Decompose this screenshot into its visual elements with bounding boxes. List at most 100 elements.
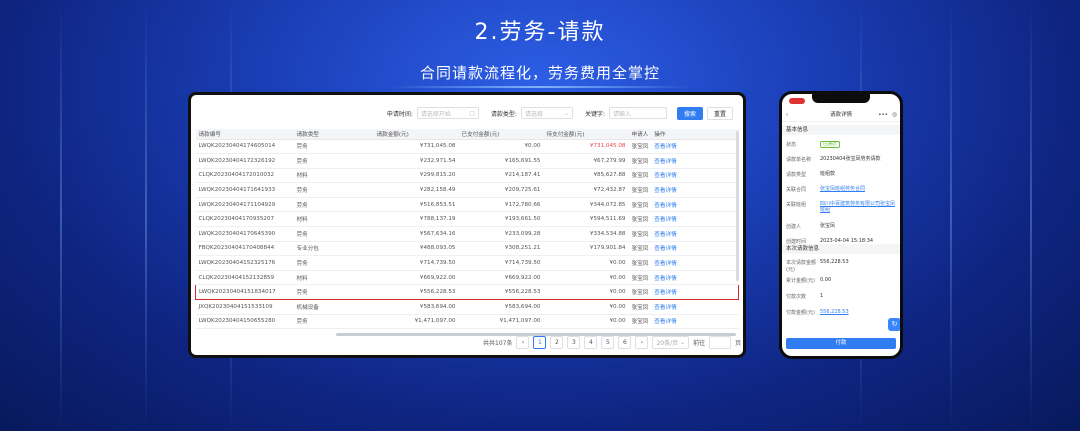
page-button[interactable]: 3 <box>567 336 581 349</box>
table-row: LWQK20230404171104929 劳务 ¥516,853.51 ¥172,7… <box>195 197 739 213</box>
cell-type: 材料 <box>293 211 374 228</box>
table-row: LWQK20230404151834017 劳务 ¥556,228.53 ¥556,2… <box>195 284 740 301</box>
cell-paid: ¥209,725.61 <box>458 182 544 198</box>
cell-id: CLQK20230404170935207 <box>195 211 294 228</box>
goto-input[interactable] <box>709 336 732 349</box>
cell-amount: ¥731,045.08 <box>373 139 459 155</box>
share-icon[interactable]: ↻ <box>888 318 900 331</box>
filter-bar: 申请时间: 请选择开始 ▢ 请款类型: 请选择 ⌄ 关键字: 请输入 搜索 重置 <box>387 105 733 121</box>
cell-pending: ¥0.00 <box>543 314 629 330</box>
detail-label: 关联合同 <box>786 187 807 193</box>
table-row: FBQK20230404170408844 专业分包 ¥488,093.05 ¥308… <box>195 241 739 257</box>
view-detail-link[interactable]: 查看详情 <box>651 168 739 184</box>
next-page-button[interactable]: › <box>635 336 649 349</box>
cell-amount: ¥488,093.05 <box>373 241 459 257</box>
reset-button[interactable]: 重置 <box>706 106 733 120</box>
keyword-input[interactable]: 请输入 <box>608 107 667 119</box>
cell-amount: ¥1,471,097.00 <box>373 314 459 330</box>
cell-amount: ¥669,922.00 <box>373 270 459 286</box>
cell-amount: ¥232,971.54 <box>373 153 459 169</box>
subtitle-underline <box>390 86 690 88</box>
cell-amount: ¥788,137.19 <box>373 211 459 228</box>
detail-link[interactable]: 四川中百建筑劳务有限公司张宝凤班组 <box>820 201 896 213</box>
col-header: 请款编号 <box>195 129 294 140</box>
detail-link[interactable]: 556,228.53 <box>820 309 896 315</box>
view-detail-link[interactable]: 查看详情 <box>651 314 739 330</box>
view-detail-link[interactable]: 查看详情 <box>651 139 739 155</box>
cell-type: 劳务 <box>293 139 374 155</box>
view-detail-link[interactable]: 查看详情 <box>651 153 739 169</box>
cell-pending: ¥72,432.87 <box>543 182 629 198</box>
cell-applicant: 张宝凤 <box>628 270 652 286</box>
search-button[interactable]: 搜索 <box>676 106 703 120</box>
col-header: 已支付金额(元) <box>458 129 544 140</box>
view-detail-link[interactable]: 查看详情 <box>651 299 739 315</box>
vertical-scrollbar[interactable] <box>736 131 739 281</box>
detail-row: 创建人 张宝凤 <box>782 223 900 230</box>
goto-suffix: 页 <box>735 340 742 347</box>
cell-amount: ¥299,815.20 <box>373 168 459 184</box>
cell-id: CLQK20230404152132859 <box>195 270 294 286</box>
cell-paid: ¥308,251.21 <box>458 241 544 257</box>
col-header: 待支付金额(元) <box>543 129 629 140</box>
view-detail-link[interactable]: 查看详情 <box>651 270 739 286</box>
pay-button[interactable]: 付款 <box>786 338 896 349</box>
cell-applicant: 张宝凤 <box>628 168 652 184</box>
view-detail-link[interactable]: 查看详情 <box>651 255 739 271</box>
detail-link[interactable]: 张宝凤班组劳务合同 <box>820 186 896 192</box>
chevron-down-icon: ⌄ <box>563 109 569 117</box>
cell-applicant: 张宝凤 <box>628 226 652 242</box>
cell-id: LWQK20230404171104929 <box>195 197 294 213</box>
cell-id: CLQK20230404172010032 <box>195 168 294 184</box>
page-button[interactable]: 4 <box>584 336 598 349</box>
cell-id: LWQK20230404174605014 <box>195 139 294 155</box>
detail-value: 1 <box>820 293 824 299</box>
cell-pending: ¥85,627.88 <box>543 168 629 184</box>
page-button[interactable]: 1 <box>533 336 547 349</box>
phone-window: ‹ 请款详情 ••• ◎ 基本信息 状态 已通过 请款单名称 20230404张宝凤劳… <box>779 91 903 359</box>
prev-page-button[interactable]: ‹ <box>516 336 530 349</box>
more-icon[interactable]: ••• <box>878 108 888 122</box>
slide-subtitle: 合同请款流程化，劳务费用全掌控 <box>419 64 660 82</box>
cell-applicant: 张宝凤 <box>628 139 652 155</box>
cell-applicant: 张宝凤 <box>628 153 652 169</box>
status-badge: 已通过 <box>820 141 840 148</box>
target-icon[interactable]: ◎ <box>892 108 897 122</box>
page-size-select[interactable]: 20条/页 ⌄ <box>652 336 690 349</box>
cell-type: 劳务 <box>293 284 374 301</box>
cell-paid: ¥233,099.28 <box>458 226 544 242</box>
detail-row: 本次请款金额(元) 556,228.53 <box>782 259 900 273</box>
cell-paid: ¥714,739.50 <box>458 255 544 271</box>
detail-row: 累计金额(元) 0.00 <box>782 277 900 284</box>
cell-type: 劳务 <box>293 226 374 242</box>
type-select[interactable]: 请选择 ⌄ <box>520 107 573 119</box>
page-button[interactable]: 5 <box>601 336 615 349</box>
view-detail-link[interactable]: 查看详情 <box>651 226 739 242</box>
view-detail-link[interactable]: 查看详情 <box>651 182 739 198</box>
page-button[interactable]: 6 <box>618 336 632 349</box>
close-pill-icon[interactable] <box>789 98 805 104</box>
col-header: 请款类型 <box>293 129 374 140</box>
table-row: LWQK20230404150655280 劳务 ¥1,471,097.00 ¥1,4… <box>195 314 739 330</box>
phone-header: ‹ 请款详情 ••• ◎ <box>782 108 900 122</box>
cell-paid: ¥165,691.55 <box>458 153 544 169</box>
keyword-label: 关键字: <box>584 110 605 118</box>
cell-type: 劳务 <box>293 182 374 198</box>
cell-id: LWQK20230404171641933 <box>195 182 294 198</box>
detail-label: 累计金额(元) <box>786 278 815 284</box>
cell-paid: ¥583,694.00 <box>458 299 544 315</box>
view-detail-link[interactable]: 查看详情 <box>651 211 739 228</box>
detail-value: 已通过 <box>820 141 896 148</box>
date-picker[interactable]: 请选择开始 ▢ <box>416 107 479 119</box>
cell-type: 劳务 <box>293 153 374 169</box>
col-header: 操作 <box>651 129 739 140</box>
col-header: 申请人 <box>628 129 652 140</box>
view-detail-link[interactable]: 查看详情 <box>651 284 740 301</box>
goto-label: 前往 <box>693 340 706 347</box>
type-placeholder: 请选择 <box>524 110 543 118</box>
view-detail-link[interactable]: 查看详情 <box>651 197 739 213</box>
back-icon[interactable]: ‹ <box>786 108 788 122</box>
page-button[interactable]: 2 <box>550 336 564 349</box>
total-count: 共共107条 <box>483 340 513 347</box>
view-detail-link[interactable]: 查看详情 <box>651 241 739 257</box>
